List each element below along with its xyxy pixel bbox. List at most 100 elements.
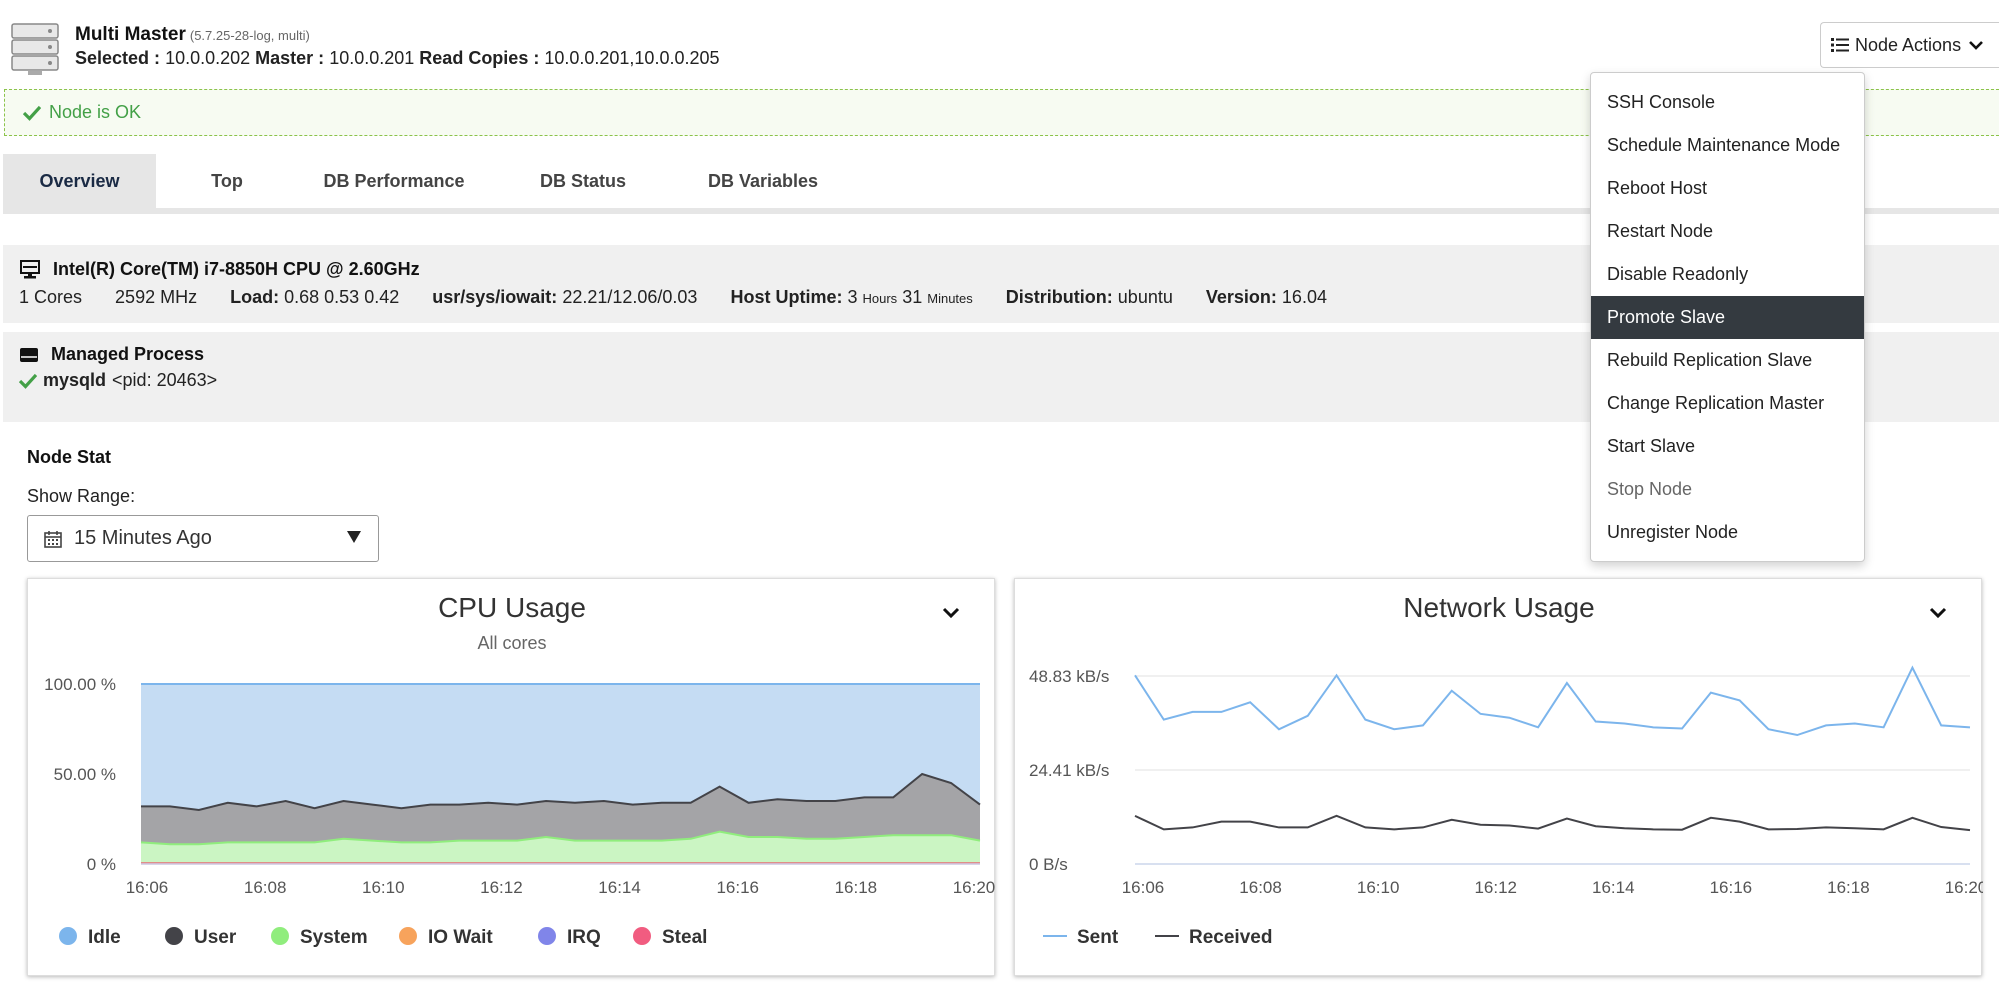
cpu-stats-row: 1 Cores 2592 MHz Load: 0.68 0.53 0.42 us… (19, 287, 1327, 308)
cpu-mhz: 2592 MHz (115, 287, 198, 307)
menu-item-change-replication-master[interactable]: Change Replication Master (1591, 382, 1864, 425)
process-row: mysqld <pid: 20463> (19, 370, 217, 391)
cpu-model: Intel(R) Core(TM) i7-8850H CPU @ 2.60GHz (53, 259, 420, 279)
chart-title: Network Usage (1403, 592, 1594, 623)
list-icon (1831, 38, 1849, 52)
uptime-hours: 3 (847, 287, 858, 307)
uptime-hours-unit: Hours (862, 291, 898, 306)
process-name: mysqld (43, 370, 107, 390)
legend-symbol-idle (59, 927, 77, 945)
series-line-sent (1134, 665, 1971, 737)
legend-symbol-io-wait (399, 927, 417, 945)
network-usage-chart: Network Usage 48.83 kB/s 24.41 kB/s 0 B/s 16… (1014, 578, 1983, 976)
iowait-value: 22.21/12.06/0.03 (562, 287, 698, 307)
read-copies-value: 10.0.0.201,10.0.0.205 (544, 48, 720, 68)
iowait-label: usr/sys/iowait: (432, 287, 558, 307)
cpu-usage-chart: CPU Usage All cores 100.00 % 50.00 % 0 % 16:0… (27, 578, 995, 976)
range-value: 15 Minutes Ago (74, 527, 212, 549)
check-icon (23, 105, 41, 121)
server-icon (11, 23, 59, 75)
cpu-icon (20, 259, 40, 278)
cluster-version: (5.7.25-28-log, multi) (189, 28, 310, 43)
x-tick-label: 16:14 (598, 878, 641, 897)
legend-symbol-system (271, 927, 289, 945)
x-tick-label: 16:06 (1122, 878, 1165, 897)
x-tick-label: 16:08 (1239, 878, 1282, 897)
node-stat-title: Node Stat (27, 447, 112, 467)
version-label: Version: (1205, 287, 1277, 307)
load-label: Load: (230, 287, 280, 307)
node-status-text: Node is OK (49, 102, 142, 122)
tab-top[interactable]: Top (181, 154, 273, 208)
caret-down-icon (347, 531, 361, 543)
show-range-label: Show Range: (27, 486, 136, 506)
x-tick-label: 16:16 (716, 878, 759, 897)
node-actions-menu: SSH Console Schedule Maintenance Mode Rebo… (1590, 72, 1865, 562)
distribution-value: ubuntu (1117, 287, 1173, 307)
selected-label: Selected : (75, 48, 161, 68)
check-icon (19, 373, 37, 389)
calendar-icon (44, 530, 62, 548)
distribution-label: Distribution: (1005, 287, 1113, 307)
y-tick-label: 100.00 % (44, 675, 116, 694)
menu-item-stop-node[interactable]: Stop Node (1591, 468, 1864, 511)
y-tick-label: 0 B/s (1029, 855, 1068, 874)
menu-item-ssh-console[interactable]: SSH Console (1591, 81, 1864, 124)
cluster-name: Multi Master (75, 24, 186, 45)
chart-title: CPU Usage (438, 592, 586, 623)
cpu-chart-svg: CPU Usage All cores 100.00 % 50.00 % 0 % 16:0… (44, 592, 996, 948)
menu-item-rebuild-replication-slave[interactable]: Rebuild Replication Slave (1591, 339, 1864, 382)
x-tick-label: 16:16 (1710, 878, 1753, 897)
x-tick-label: 16:20 (953, 878, 996, 897)
x-tick-label: 16:06 (126, 878, 169, 897)
cpu-model-title: Intel(R) Core(TM) i7-8850H CPU @ 2.60GHz (19, 259, 420, 280)
range-select[interactable]: 15 Minutes Ago (27, 515, 379, 562)
tab-db-variables[interactable]: DB Variables (693, 154, 833, 208)
legend-item-sent: Sent (1077, 927, 1119, 948)
menu-item-restart-node[interactable]: Restart Node (1591, 210, 1864, 253)
tab-db-status[interactable]: DB Status (518, 154, 648, 208)
x-tick-label: 16:18 (835, 878, 878, 897)
chart-subtitle: All cores (477, 633, 546, 653)
legend-item-idle: Idle (88, 927, 121, 948)
x-tick-label: 16:18 (1827, 878, 1870, 897)
tab-overview[interactable]: Overview (3, 154, 156, 208)
node-actions-label: Node Actions (1855, 34, 1962, 55)
node-roles: Selected : 10.0.0.202 Master : 10.0.0.20… (75, 48, 720, 69)
master-value: 10.0.0.201 (329, 48, 415, 68)
legend-item-io-wait: IO Wait (428, 927, 493, 948)
menu-item-schedule-maintenance-mode[interactable]: Schedule Maintenance Mode (1591, 124, 1864, 167)
y-tick-label: 50.00 % (54, 765, 116, 784)
read-copies-label: Read Copies : (419, 48, 540, 68)
menu-item-start-slave[interactable]: Start Slave (1591, 425, 1864, 468)
load-value: 0.68 0.53 0.42 (284, 287, 400, 307)
series-line-received (1134, 814, 1971, 832)
menu-item-promote-slave[interactable]: Promote Slave (1591, 296, 1864, 339)
x-tick-label: 16:10 (1357, 878, 1400, 897)
y-tick-label: 24.41 kB/s (1029, 761, 1109, 780)
menu-item-unregister-node[interactable]: Unregister Node (1591, 511, 1864, 554)
managed-process-label: Managed Process (51, 344, 205, 364)
chart-menu-chevron-icon[interactable] (1926, 603, 1950, 623)
legend-symbol-irq (538, 927, 556, 945)
y-tick-label: 48.83 kB/s (1029, 667, 1109, 686)
cpu-cores: 1 Cores (19, 287, 83, 307)
legend-item-steal: Steal (662, 927, 707, 948)
legend-symbol-user (165, 927, 183, 945)
chevron-down-icon (1969, 41, 1983, 50)
network-chart-svg: Network Usage 48.83 kB/s 24.41 kB/s 0 B/s 16… (1029, 592, 1983, 948)
uptime-label: Host Uptime: (730, 287, 843, 307)
x-tick-label: 16:20 (1945, 878, 1983, 897)
menu-item-disable-readonly[interactable]: Disable Readonly (1591, 253, 1864, 296)
menu-item-reboot-host[interactable]: Reboot Host (1591, 167, 1864, 210)
legend-item-irq: IRQ (567, 927, 601, 948)
chart-menu-chevron-icon[interactable] (939, 603, 963, 623)
uptime-minutes-unit: Minutes (927, 291, 973, 306)
legend-symbol-steal (633, 927, 651, 945)
x-tick-label: 16:12 (1474, 878, 1517, 897)
node-actions-button[interactable]: Node Actions (1820, 22, 1999, 68)
cluster-title: Multi Master (5.7.25-28-log, multi) (75, 24, 310, 46)
x-tick-label: 16:12 (480, 878, 523, 897)
y-tick-label: 0 % (87, 855, 116, 874)
tab-db-performance[interactable]: DB Performance (308, 154, 480, 208)
